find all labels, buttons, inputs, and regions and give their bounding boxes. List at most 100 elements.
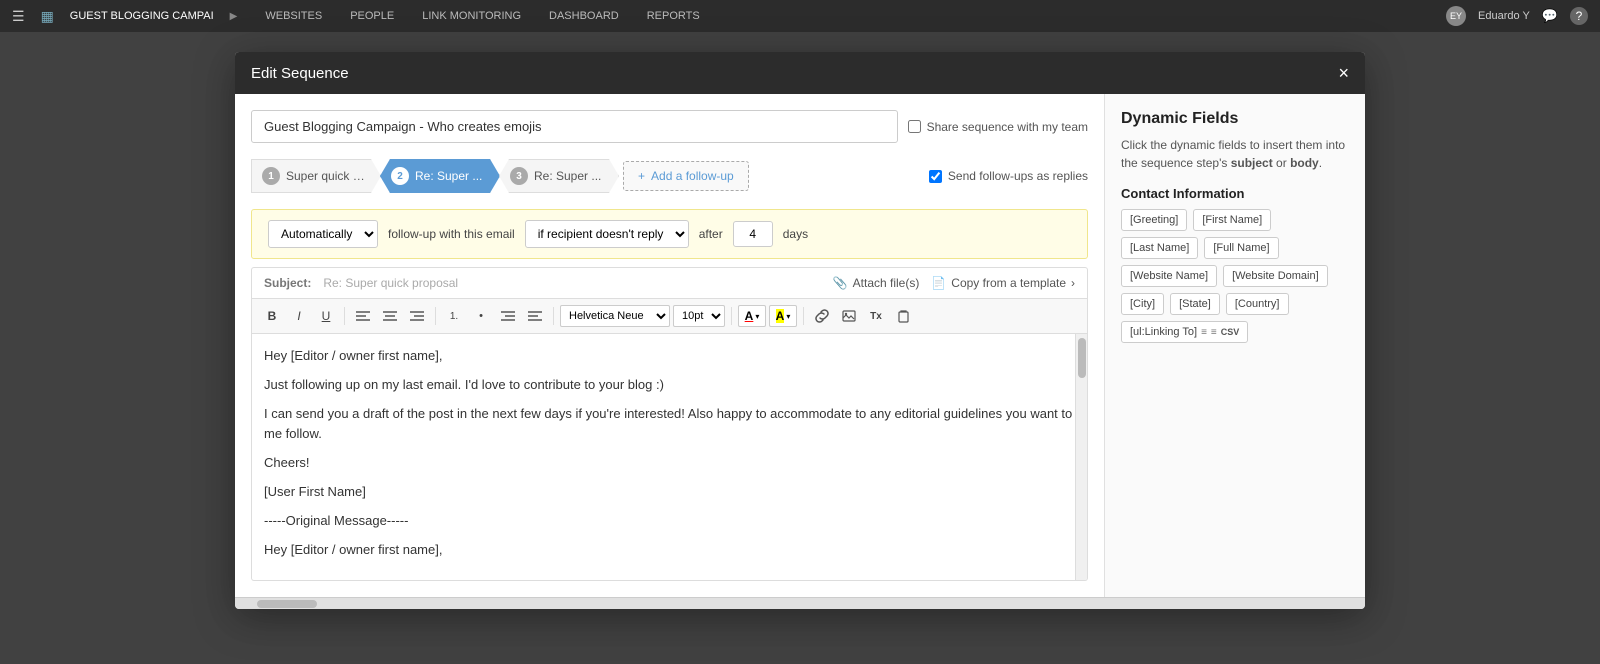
- list-icon[interactable]: ≡: [1201, 327, 1207, 338]
- highlight-color-button[interactable]: A ▾: [769, 305, 797, 327]
- step-3[interactable]: 3 Re: Super ...: [499, 159, 619, 193]
- modal-scroll-thumb: [257, 600, 317, 608]
- nav-link-monitoring[interactable]: LINK MONITORING: [418, 10, 525, 22]
- indent-icon: [501, 310, 515, 322]
- field-website-name[interactable]: [Website Name]: [1121, 265, 1217, 287]
- subject-bold: subject: [1231, 156, 1273, 170]
- bold-button[interactable]: B: [260, 305, 284, 327]
- modal-header: Edit Sequence ×: [235, 52, 1365, 94]
- step-2[interactable]: 2 Re: Super ...: [380, 159, 500, 193]
- attach-files-button[interactable]: 📎 Attach file(s): [833, 276, 920, 290]
- step-3-number: 3: [510, 167, 528, 185]
- edit-sequence-modal: Edit Sequence × Share sequence with my t…: [235, 52, 1365, 609]
- subject-label: Subject:: [264, 276, 311, 290]
- underline-button[interactable]: U: [314, 305, 338, 327]
- nav-dashboard[interactable]: DASHBOARD: [545, 10, 623, 22]
- after-label: after: [699, 227, 723, 241]
- copy-chevron: ›: [1071, 276, 1075, 290]
- step-2-pill[interactable]: 2 Re: Super ...: [380, 159, 500, 193]
- nav-websites[interactable]: WEBSITES: [261, 10, 326, 22]
- modal-close-button[interactable]: ×: [1338, 64, 1349, 82]
- send-followup-replies-checkbox[interactable]: [929, 170, 942, 183]
- field-city[interactable]: [City]: [1121, 293, 1164, 315]
- paste-button[interactable]: [891, 305, 915, 327]
- modal-title: Edit Sequence: [251, 65, 349, 82]
- link-button[interactable]: [810, 305, 834, 327]
- field-first-name[interactable]: [First Name]: [1193, 209, 1271, 231]
- campaign-arrow: ▶: [230, 11, 238, 22]
- editor-scrollbar[interactable]: [1075, 334, 1087, 580]
- step-1[interactable]: 1 Super quick p...: [251, 159, 381, 193]
- modal-bottom-scrollbar[interactable]: [235, 597, 1365, 609]
- font-color-button[interactable]: A ▾: [738, 305, 766, 327]
- help-icon[interactable]: ?: [1570, 7, 1588, 25]
- highlight-color-arrow: ▾: [786, 312, 790, 321]
- field-linking-to[interactable]: [ul:Linking To] ≡ ≡ CSV: [1121, 321, 1248, 343]
- contact-fields: [Greeting] [First Name] [Last Name] [Ful…: [1121, 209, 1349, 343]
- notifications-icon[interactable]: 💬: [1542, 8, 1558, 24]
- editor-line-10: -----Original Message-----: [264, 511, 1075, 532]
- send-followup-replies-label: Send follow-ups as replies: [929, 169, 1088, 183]
- align-center-button[interactable]: [378, 305, 402, 327]
- align-left-button[interactable]: [351, 305, 375, 327]
- toolbar-sep-1: [344, 307, 345, 325]
- italic-button[interactable]: I: [287, 305, 311, 327]
- outdent-button[interactable]: [523, 305, 547, 327]
- align-left-icon: [356, 310, 370, 322]
- font-family-select[interactable]: Helvetica Neue: [560, 305, 670, 327]
- field-website-domain[interactable]: [Website Domain]: [1223, 265, 1328, 287]
- step-3-text: Re: Super ...: [534, 169, 601, 183]
- align-right-button[interactable]: [405, 305, 429, 327]
- attach-icon: 📎: [833, 276, 848, 290]
- editor-line-8: [User First Name]: [264, 482, 1075, 503]
- align-center-icon: [383, 310, 397, 322]
- days-input[interactable]: [733, 221, 773, 247]
- ordered-list-button[interactable]: 1.: [442, 305, 466, 327]
- modal-body: Share sequence with my team 1 Super quic…: [235, 94, 1365, 597]
- field-state[interactable]: [State]: [1170, 293, 1220, 315]
- subject-actions: 📎 Attach file(s) 📄 Copy from a template …: [833, 276, 1075, 290]
- modal-overlay: Edit Sequence × Share sequence with my t…: [0, 32, 1600, 664]
- auto-select[interactable]: Automatically: [268, 220, 378, 248]
- subject-value[interactable]: Re: Super quick proposal: [323, 276, 820, 290]
- menu-icon[interactable]: ☰: [12, 8, 25, 25]
- step-3-pill[interactable]: 3 Re: Super ...: [499, 159, 619, 193]
- field-linking-to-text: [ul:Linking To]: [1130, 326, 1197, 338]
- avatar[interactable]: EY: [1446, 6, 1466, 26]
- editor-line-7: Cheers!: [264, 453, 1075, 474]
- nav-people[interactable]: PEOPLE: [346, 10, 398, 22]
- format-clear-button[interactable]: Tx: [864, 305, 888, 327]
- step-1-pill[interactable]: 1 Super quick p...: [251, 159, 381, 193]
- add-followup-button[interactable]: + Add a follow-up: [623, 161, 749, 191]
- email-config-bar: Automatically follow-up with this email …: [251, 209, 1088, 259]
- list-alt-icon[interactable]: ≡: [1211, 327, 1217, 338]
- font-color-label: A: [745, 309, 754, 323]
- font-size-select[interactable]: 10pt: [673, 305, 725, 327]
- field-last-name[interactable]: [Last Name]: [1121, 237, 1198, 259]
- sequence-name-row: Share sequence with my team: [251, 110, 1088, 143]
- csv-icon[interactable]: CSV: [1221, 327, 1240, 337]
- email-body-editor[interactable]: Hey [Editor / owner first name], Just fo…: [251, 334, 1088, 581]
- field-greeting[interactable]: [Greeting]: [1121, 209, 1187, 231]
- indent-button[interactable]: [496, 305, 520, 327]
- nav-reports[interactable]: REPORTS: [643, 10, 704, 22]
- campaign-name[interactable]: GUEST BLOGGING CAMPAI: [70, 10, 214, 22]
- left-panel: Share sequence with my team 1 Super quic…: [235, 94, 1105, 597]
- image-icon: [842, 310, 856, 322]
- image-button[interactable]: [837, 305, 861, 327]
- send-followup-replies-text: Send follow-ups as replies: [948, 169, 1088, 183]
- sequence-name-input[interactable]: [251, 110, 898, 143]
- editor-line-1: Hey [Editor / owner first name],: [264, 346, 1075, 367]
- share-sequence-label: Share sequence with my team: [908, 120, 1088, 134]
- paste-icon: [897, 309, 910, 323]
- share-sequence-checkbox[interactable]: [908, 120, 921, 133]
- unordered-list-button[interactable]: •: [469, 305, 493, 327]
- dynamic-fields-title: Dynamic Fields: [1121, 110, 1349, 128]
- steps-row: 1 Super quick p... 2 Re: Super ...: [251, 159, 1088, 193]
- condition-select[interactable]: if recipient doesn't reply: [525, 220, 689, 248]
- font-color-arrow: ▾: [755, 312, 759, 321]
- copy-from-template-button[interactable]: 📄 Copy from a template ›: [931, 276, 1075, 290]
- field-full-name[interactable]: [Full Name]: [1204, 237, 1278, 259]
- field-country[interactable]: [Country]: [1226, 293, 1289, 315]
- step-2-text: Re: Super ...: [415, 169, 482, 183]
